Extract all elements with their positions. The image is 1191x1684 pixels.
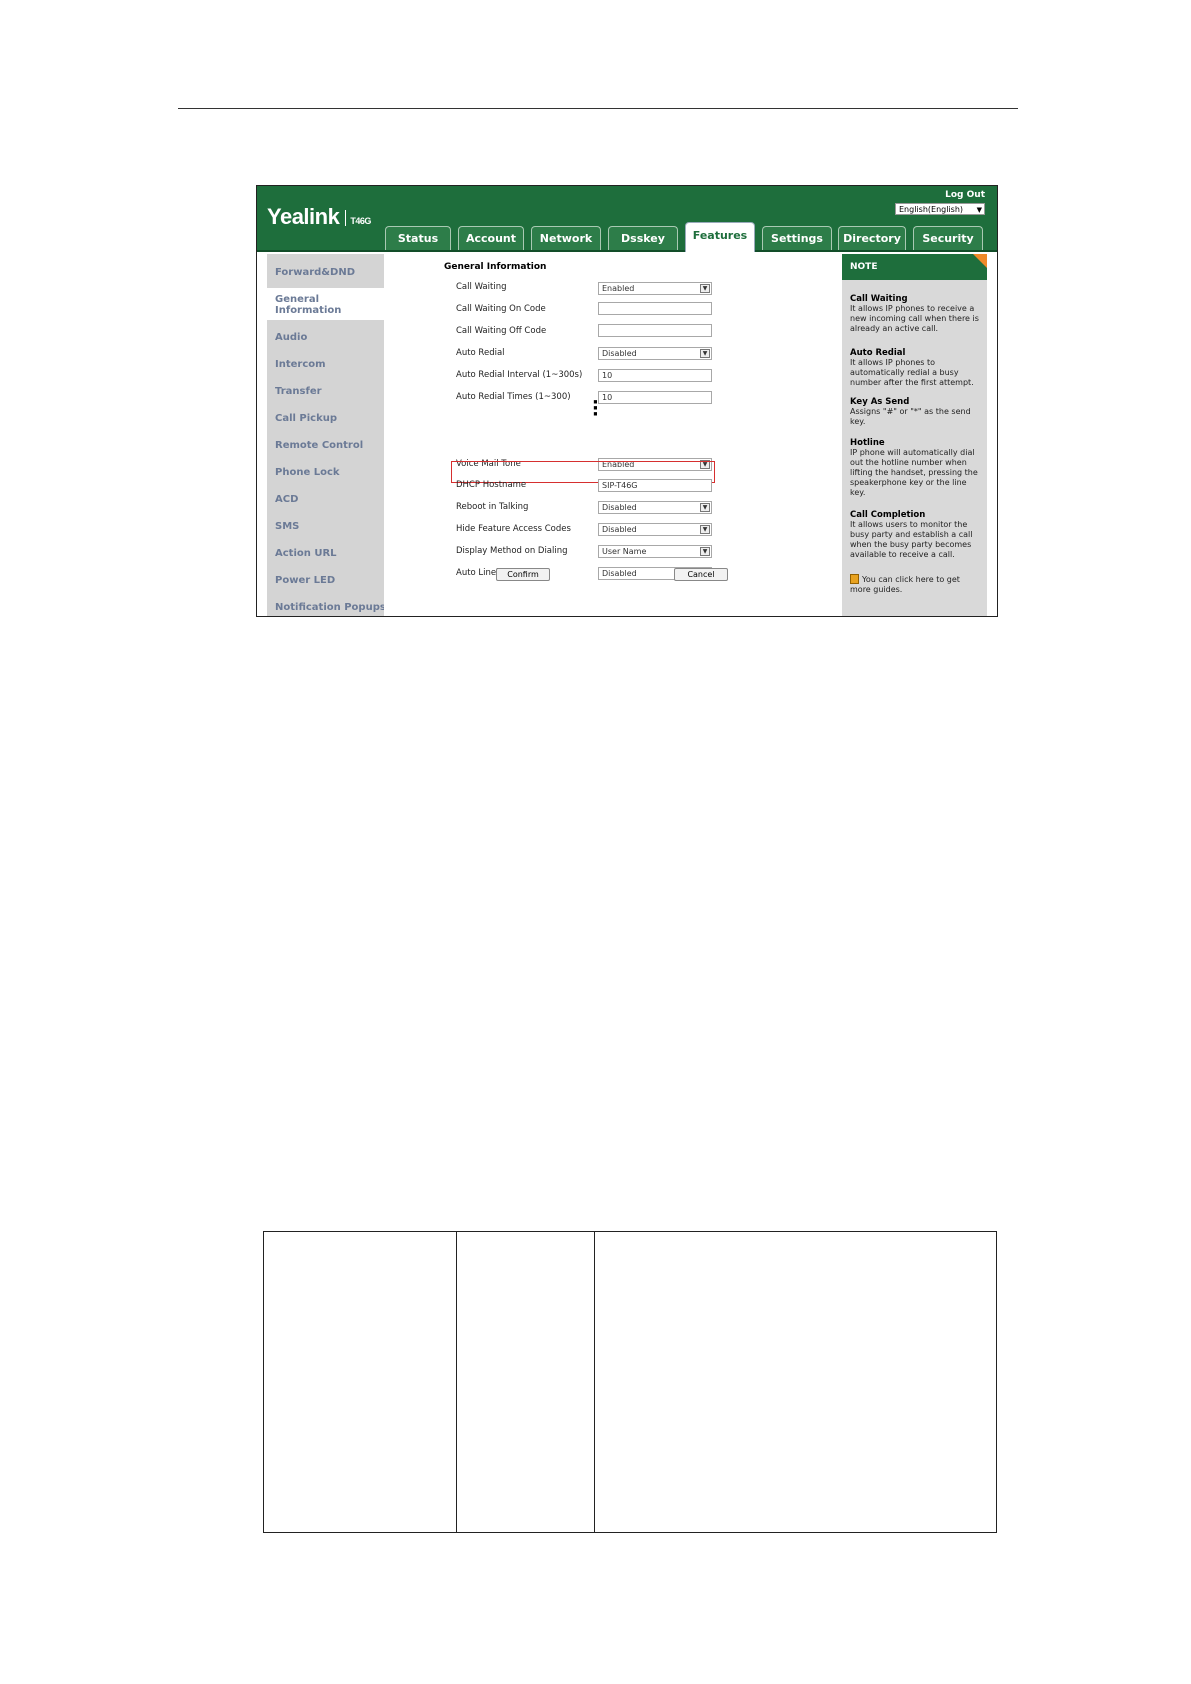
sidebar-item-action-url[interactable]: Action URL: [275, 548, 337, 559]
sidebar-item-general-information[interactable]: General Information: [275, 294, 341, 316]
sidebar-item-remote-control[interactable]: Remote Control: [275, 440, 363, 451]
top-bar: Yealink T46G Log Out English(English) ▼ St…: [257, 186, 997, 252]
reboot-in-talking-select[interactable]: Disabled ▼: [598, 501, 712, 514]
note-title: NOTE: [842, 254, 987, 280]
sidebar-item-label: Information: [275, 305, 342, 316]
guide-link[interactable]: You can click here to get more guides.: [850, 574, 982, 595]
tab-account[interactable]: Account: [458, 226, 524, 250]
field-label: Auto Redial Interval (1~300s): [456, 370, 583, 380]
section-title: General Information: [444, 262, 547, 272]
hide-feature-access-codes-select[interactable]: Disabled ▼: [598, 523, 712, 536]
field-label: Display Method on Dialing: [456, 546, 568, 556]
dhcp-hostname-input[interactable]: SIP-T46G: [598, 479, 712, 492]
model-label: T46G: [350, 216, 371, 226]
call-waiting-on-code-input[interactable]: [598, 302, 712, 315]
chevron-down-icon: ▼: [700, 284, 710, 293]
auto-redial-select[interactable]: Disabled ▼: [598, 347, 712, 360]
note-entry: Hotline IP phone will automatically dial …: [850, 438, 978, 497]
confirm-button[interactable]: Confirm: [496, 568, 550, 581]
tab-network[interactable]: Network: [531, 226, 601, 250]
note-entry: Key As Send Assigns "#" or "*" as the sen…: [850, 397, 971, 426]
tab-dsskey[interactable]: Dsskey: [608, 226, 678, 250]
note-corner-icon: [973, 254, 987, 268]
field-label: Reboot in Talking: [456, 502, 529, 512]
sidebar-item-intercom[interactable]: Intercom: [275, 359, 326, 370]
sidebar-item-transfer[interactable]: Transfer: [275, 386, 322, 397]
sidebar-item-notification-popups[interactable]: Notification Popups: [275, 602, 386, 613]
note-panel: NOTE Call Waiting It allows IP phones to …: [842, 254, 987, 616]
call-waiting-select[interactable]: Enabled ▼: [598, 282, 712, 295]
tab-security[interactable]: Security: [913, 226, 983, 250]
chevron-down-icon: ▼: [700, 349, 710, 358]
note-entry: Auto Redial It allows IP phones to automa…: [850, 348, 974, 387]
sidebar-item-audio[interactable]: Audio: [275, 332, 307, 343]
auto-redial-interval-input[interactable]: 10: [598, 369, 712, 382]
logout-link[interactable]: Log Out: [945, 190, 985, 200]
sidebar-item-acd[interactable]: ACD: [275, 494, 298, 505]
sidebar-item-forward-dnd[interactable]: Forward&DND: [275, 267, 355, 278]
empty-table: [263, 1231, 997, 1533]
tab-directory[interactable]: Directory: [838, 226, 906, 250]
field-label: Auto Redial Times (1~300): [456, 392, 571, 402]
page-header-rule: [178, 108, 1018, 109]
web-ui-screenshot: Yealink T46G Log Out English(English) ▼ St…: [256, 185, 998, 617]
book-icon: [850, 574, 859, 584]
chevron-down-icon: ▼: [700, 525, 710, 534]
cancel-button[interactable]: Cancel: [674, 568, 728, 581]
field-label: Call Waiting: [456, 282, 507, 292]
language-select[interactable]: English(English) ▼: [895, 203, 985, 215]
table-column-divider: [594, 1232, 595, 1532]
brand-logo: Yealink T46G: [267, 204, 371, 229]
auto-redial-times-input[interactable]: 10: [598, 391, 712, 404]
sidebar-item-label: General: [275, 294, 319, 305]
table-column-divider: [456, 1232, 457, 1532]
field-label: Call Waiting On Code: [456, 304, 546, 314]
field-label: Auto Redial: [456, 348, 505, 358]
settings-form: General Information Call Waiting Enabled…: [384, 252, 802, 616]
field-label: Call Waiting Off Code: [456, 326, 547, 336]
chevron-down-icon: ▼: [976, 206, 982, 214]
field-label: DHCP Hostname: [456, 480, 527, 490]
tab-status[interactable]: Status: [385, 226, 451, 250]
sidebar-item-sms[interactable]: SMS: [275, 521, 299, 532]
display-method-on-dialing-select[interactable]: User Name ▼: [598, 545, 712, 558]
sidebar-item-power-led[interactable]: Power LED: [275, 575, 335, 586]
call-waiting-off-code-input[interactable]: [598, 324, 712, 337]
sidebar-item-phone-lock[interactable]: Phone Lock: [275, 467, 340, 478]
chevron-down-icon: ▼: [700, 503, 710, 512]
sidebar-item-call-pickup[interactable]: Call Pickup: [275, 413, 337, 424]
vertical-ellipsis-icon: · · ·: [592, 392, 599, 425]
note-entry: Call Waiting It allows IP phones to recei…: [850, 294, 979, 333]
tab-settings[interactable]: Settings: [762, 226, 832, 250]
chevron-down-icon: ▼: [700, 547, 710, 556]
tab-features[interactable]: Features: [685, 222, 755, 252]
field-label: Hide Feature Access Codes: [456, 524, 571, 534]
note-entry: Call Completion It allows users to monito…: [850, 510, 973, 559]
